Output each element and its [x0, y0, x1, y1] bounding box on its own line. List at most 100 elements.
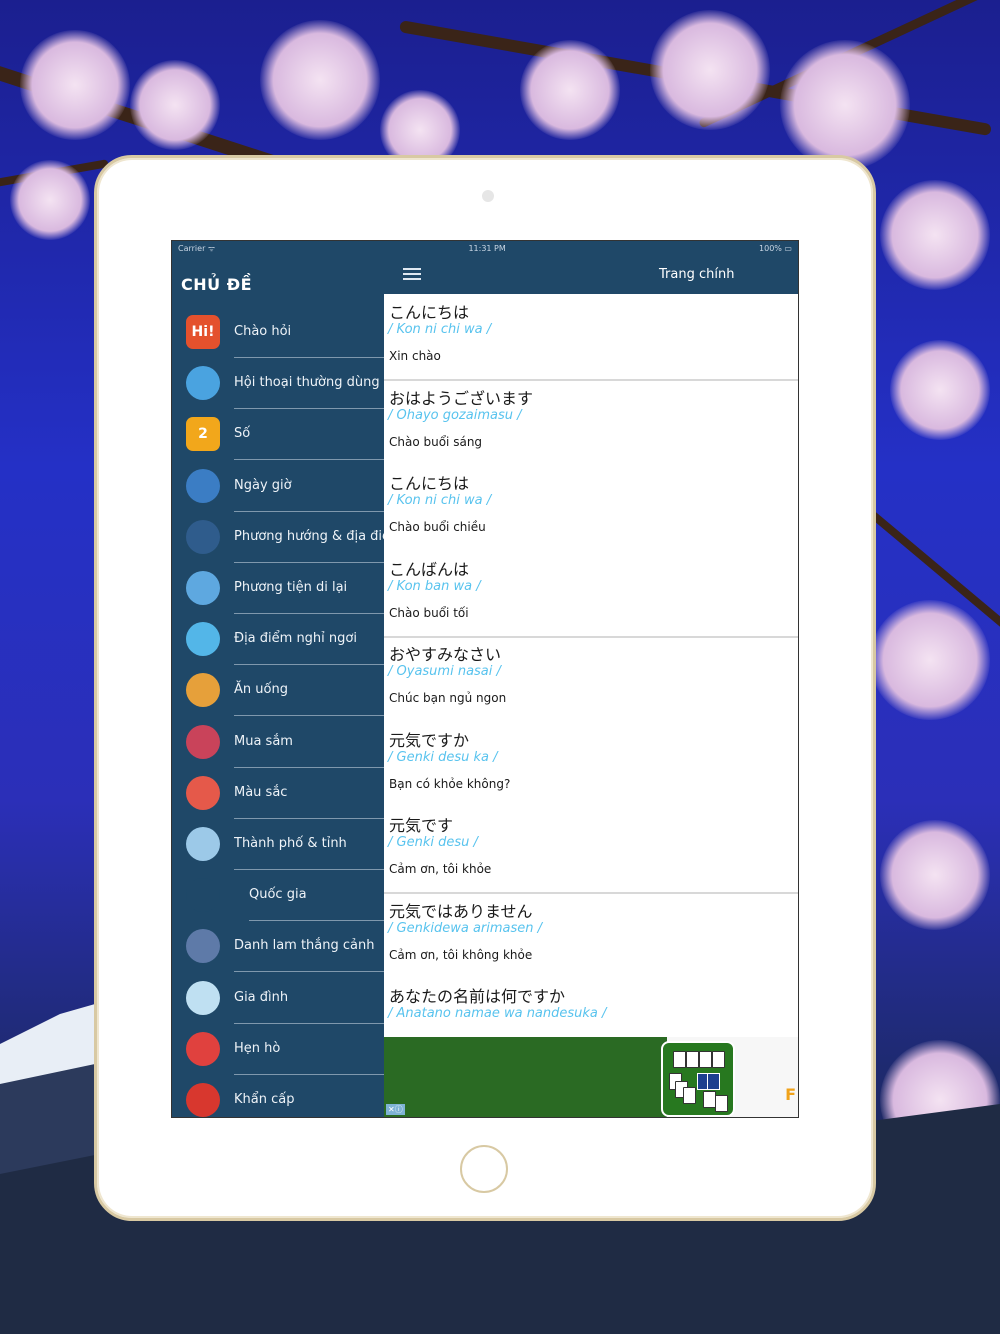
- sidebar-item-label: Khẩn cấp: [234, 1075, 384, 1117]
- calendar-clock-icon: [186, 468, 220, 503]
- romaji-text: / Kon ban wa /: [388, 578, 481, 594]
- home-button[interactable]: [460, 1145, 508, 1193]
- phrase-row[interactable]: 元気です / Genki desu / Cảm ơn, tôi khỏe: [384, 807, 798, 894]
- sidebar-item-label: Quốc gia: [249, 870, 384, 922]
- sidebar-item-label: Số: [234, 409, 384, 461]
- sidebar-item-label: Gia đình: [234, 973, 384, 1024]
- japanese-text: こんにちは: [389, 474, 470, 493]
- topic-sidebar: CHỦ ĐỀ Hi! Chào hỏi Hội thoại thường dùng 2…: [172, 241, 384, 1117]
- number-two-icon: 2: [186, 417, 220, 452]
- japanese-text: こんばんは: [389, 559, 470, 579]
- sidebar-item[interactable]: Thành phố & tỉnh: [172, 819, 384, 870]
- sidebar-item-label: Chào hỏi: [234, 307, 384, 358]
- vietnamese-text: Cảm ơn, tôi không khỏe: [389, 947, 533, 962]
- landmark-icon: [186, 929, 220, 964]
- sidebar-item[interactable]: 2 Số: [172, 409, 384, 461]
- sidebar-item-label: Màu sắc: [234, 768, 384, 819]
- romaji-text: / Oyasumi nasai /: [388, 664, 501, 679]
- speech-bubble-icon: [186, 366, 220, 401]
- phrase-row[interactable]: こんばんは / Kon ban wa / Chào buổi tối: [384, 551, 798, 638]
- phrase-row[interactable]: 元気ではありません / Genkidewa arimasen / Cảm ơn, t…: [384, 893, 798, 978]
- status-bar: Carrier ᯤ 11:31 PM 100% ▭: [172, 241, 798, 255]
- sidebar-item-label: Phương tiện di lại: [234, 563, 384, 614]
- country-pins-icon: [186, 878, 220, 913]
- clock-label: 11:31 PM: [468, 243, 506, 253]
- city-icon: [186, 827, 220, 861]
- sidebar-item[interactable]: Quốc gia: [172, 870, 384, 922]
- phrase-row[interactable]: こんにちは / Kon ni chi wa / Xin chào: [384, 294, 798, 381]
- food-icon: [186, 673, 220, 708]
- sidebar-item-label: Ăn uống: [234, 665, 384, 717]
- romaji-text: / Anatano namae wa nandesuka /: [388, 1006, 607, 1021]
- vietnamese-text: Chào buổi chiều: [389, 520, 486, 534]
- heart-icon: [186, 1031, 220, 1066]
- sidebar-item[interactable]: Phương tiện di lại: [172, 563, 384, 614]
- page-title: Trang chính: [659, 267, 735, 282]
- sidebar-item[interactable]: Hội thoại thường dùng: [172, 358, 384, 410]
- sidebar-item[interactable]: Danh lam thắng cảnh: [172, 921, 384, 973]
- sidebar-item[interactable]: Địa điểm nghỉ ngơi: [172, 614, 384, 666]
- sidebar-item-label: Danh lam thắng cảnh: [234, 921, 384, 973]
- compass-icon: [186, 519, 220, 554]
- japanese-text: 元気ではありません: [389, 901, 533, 921]
- ad-logo-letter: F: [785, 1085, 796, 1104]
- romaji-text: / Kon ni chi wa /: [388, 322, 492, 337]
- japanese-text: こんにちは: [389, 303, 470, 322]
- emergency-icon: [186, 1083, 220, 1117]
- sidebar-item[interactable]: Ăn uống: [172, 665, 384, 717]
- vietnamese-text: Chào buổi tối: [389, 605, 469, 620]
- sidebar-item[interactable]: Ngày giờ: [172, 461, 384, 512]
- romaji-text: / Kon ni chi wa /: [388, 493, 492, 508]
- sidebar-item-label: Hội thoại thường dùng: [234, 358, 384, 410]
- japanese-text: おはようございます: [389, 388, 534, 408]
- phrase-row[interactable]: おはようございます / Ohayo gozaimasu / Chào buổi sá…: [384, 380, 798, 465]
- sidebar-item[interactable]: Phương hướng & địa điểm: [172, 512, 384, 563]
- battery-label: 100% ▭: [759, 243, 792, 253]
- ad-banner[interactable]: F ✕ⓘ: [384, 1037, 798, 1117]
- romaji-text: / Genki desu ka /: [388, 749, 498, 765]
- sidebar-item[interactable]: Hẹn hò: [172, 1024, 384, 1075]
- romaji-text: / Genki desu /: [388, 835, 478, 850]
- sidebar-title: CHỦ ĐỀ: [181, 275, 253, 294]
- beach-icon: [186, 622, 220, 657]
- sidebar-item[interactable]: Khẩn cấp: [172, 1075, 384, 1117]
- carrier-label: Carrier ᯤ: [178, 243, 216, 253]
- hamburger-icon[interactable]: [403, 268, 421, 280]
- phrase-row[interactable]: あなたの名前は何ですか / Anatano namae wa nandesuka …: [384, 978, 798, 1036]
- sidebar-item[interactable]: Hi! Chào hỏi: [172, 307, 384, 358]
- sidebar-item-label: Ngày giờ: [234, 461, 384, 512]
- japanese-text: 元気ですか: [389, 730, 470, 750]
- romaji-text: / Genkidewa arimasen /: [388, 920, 543, 936]
- hi-icon: Hi!: [186, 315, 220, 349]
- phrase-row[interactable]: おやすみなさい / Oyasumi nasai / Chúc bạn ngủ ngo…: [384, 636, 798, 721]
- solitaire-cards-icon: [661, 1041, 735, 1117]
- transport-icon: [186, 571, 220, 605]
- sidebar-item-label: Địa điểm nghỉ ngơi: [234, 614, 384, 666]
- romaji-text: / Ohayo gozaimasu /: [388, 407, 522, 423]
- sidebar-item[interactable]: Mua sắm: [172, 717, 384, 768]
- sidebar-item-label: Thành phố & tỉnh: [234, 819, 384, 870]
- app-screen: Carrier ᯤ 11:31 PM 100% ▭ CHỦ ĐỀ Hi! Chào…: [171, 240, 799, 1118]
- phrase-row[interactable]: こんにちは / Kon ni chi wa / Chào buổi chiều: [384, 465, 798, 550]
- sidebar-item-label: Hẹn hò: [234, 1024, 384, 1075]
- japanese-text: 元気です: [389, 816, 454, 835]
- vietnamese-text: Chào buổi sáng: [389, 434, 483, 449]
- japanese-text: おやすみなさい: [389, 645, 502, 664]
- ad-close-icon[interactable]: ✕ⓘ: [386, 1104, 405, 1115]
- family-icon: [186, 980, 220, 1015]
- sidebar-item-label: Phương hướng & địa điểm: [234, 512, 384, 563]
- color-wheel-icon: [186, 775, 220, 810]
- sidebar-item[interactable]: Gia đình: [172, 973, 384, 1024]
- sidebar-item[interactable]: Màu sắc: [172, 768, 384, 819]
- ad-image: [384, 1037, 667, 1117]
- japanese-text: あなたの名前は何ですか: [389, 987, 566, 1006]
- phrase-row[interactable]: 元気ですか / Genki desu ka / Bạn có khỏe không?: [384, 722, 798, 807]
- sidebar-item-label: Mua sắm: [234, 717, 384, 768]
- shopping-icon: [186, 724, 220, 759]
- camera-icon: [482, 190, 494, 202]
- phrase-list[interactable]: こんにちは / Kon ni chi wa / Xin chào おはようございます /…: [384, 294, 798, 1036]
- vietnamese-text: Chúc bạn ngủ ngon: [389, 691, 507, 705]
- vietnamese-text: Xin chào: [389, 349, 441, 363]
- vietnamese-text: Bạn có khỏe không?: [389, 776, 511, 791]
- vietnamese-text: Cảm ơn, tôi khỏe: [389, 862, 492, 876]
